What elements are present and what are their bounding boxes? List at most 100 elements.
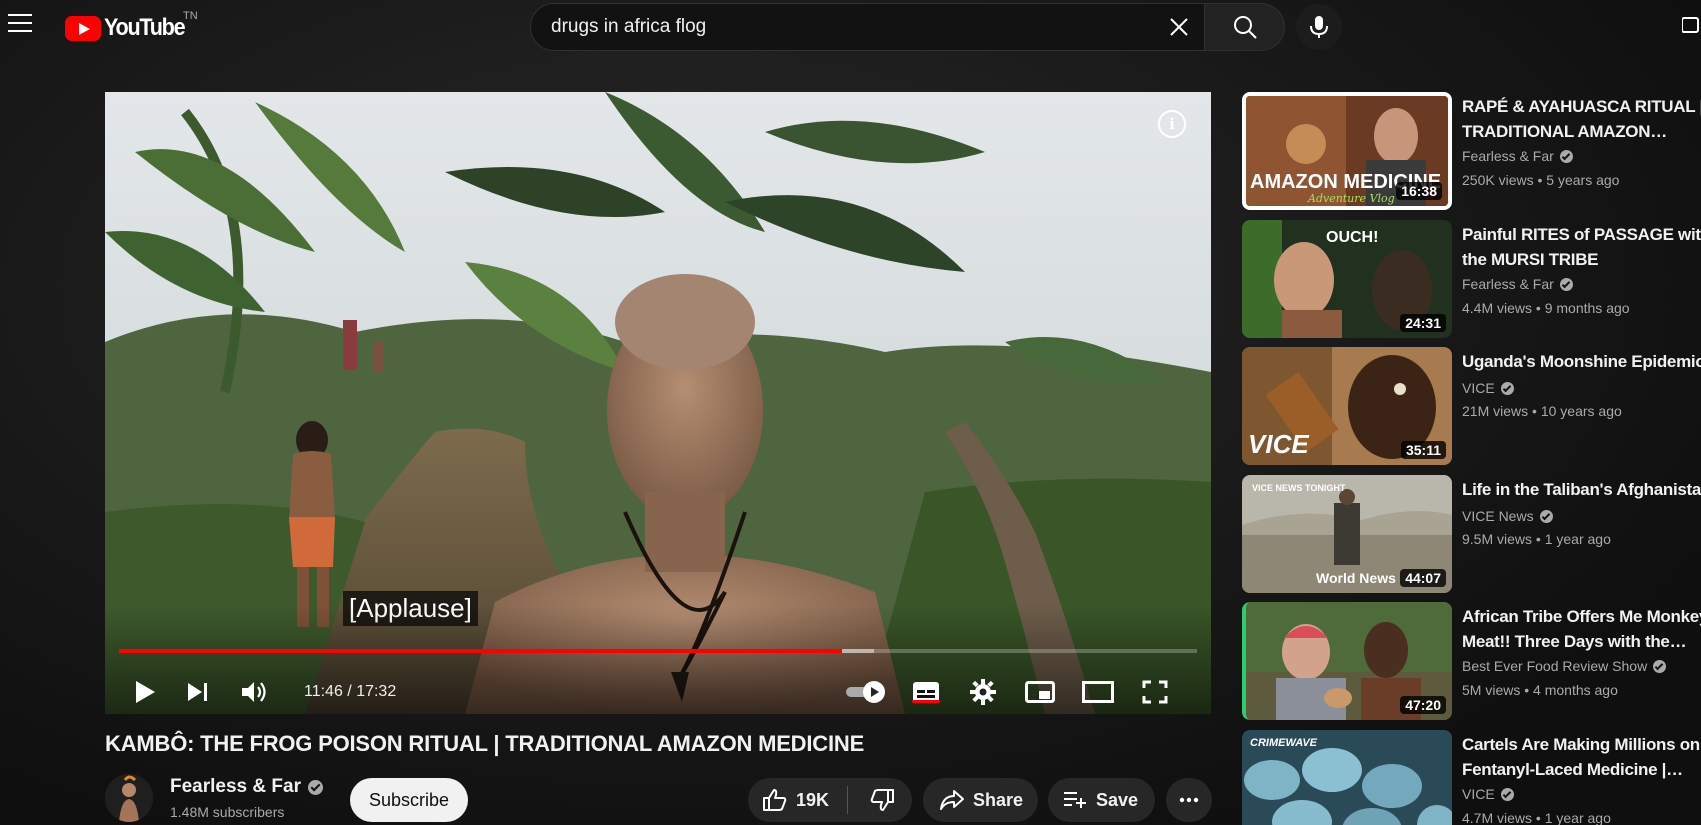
recommendation-thumbnail[interactable]: AMAZON MEDICINE Adventure Vlog 16:38 xyxy=(1242,92,1452,210)
fullscreen-icon xyxy=(1142,680,1168,704)
autoplay-toggle-icon xyxy=(846,681,885,703)
recommendation-title[interactable]: Uganda's Moonshine Epidemic xyxy=(1462,349,1701,374)
recommendation-thumbnail[interactable]: 47:20 xyxy=(1242,602,1452,720)
search-icon xyxy=(1233,16,1257,39)
recommendation-channel[interactable]: VICE News xyxy=(1462,508,1553,524)
view-count: 4.4M views xyxy=(1462,300,1533,316)
recommendation-channel[interactable]: VICE xyxy=(1462,380,1514,396)
verified-icon xyxy=(307,779,323,795)
menu-icon[interactable] xyxy=(8,14,32,34)
logo-text: YouTube xyxy=(104,14,186,41)
subscribe-button[interactable]: Subscribe xyxy=(350,778,468,822)
video-title: KAMBÔ: THE FROG POISON RITUAL | TRADITIO… xyxy=(105,731,865,756)
voice-search-button[interactable] xyxy=(1296,4,1342,50)
verified-icon xyxy=(1559,149,1573,163)
progress-bar[interactable] xyxy=(119,649,1197,653)
recommendation-channel[interactable]: Fearless & Far xyxy=(1462,148,1573,164)
verified-icon xyxy=(1500,381,1514,395)
video-duration: 24:31 xyxy=(1400,314,1446,332)
autoplay-toggle[interactable] xyxy=(843,672,889,712)
volume-icon xyxy=(242,682,266,702)
info-icon[interactable]: i xyxy=(1158,110,1186,138)
channel-name-text: VICE xyxy=(1462,786,1495,802)
settings-icon xyxy=(970,679,996,705)
view-count: 9.5M views xyxy=(1462,531,1533,547)
recommendation-item[interactable]: AMAZON MEDICINE Adventure Vlog 16:38 RAP… xyxy=(1242,92,1701,210)
save-icon xyxy=(1064,792,1086,808)
recommendation-meta: 250K views • 5 years ago xyxy=(1462,172,1620,188)
recommendation-title[interactable]: Painful RITES of PASSAGE with the MURSI … xyxy=(1462,222,1701,272)
recommendation-title[interactable]: African Tribe Offers Me Monkey Meat!! Th… xyxy=(1462,604,1701,654)
channel-name[interactable]: Fearless & Far xyxy=(170,776,323,798)
more-icon xyxy=(1179,797,1199,803)
recommendation-thumbnail[interactable]: VICE 35:11 xyxy=(1242,347,1452,465)
next-icon xyxy=(188,683,207,701)
recommendation-channel[interactable]: Fearless & Far xyxy=(1462,276,1573,292)
recommendation-item[interactable]: VICE 35:11 Uganda's Moonshine Epidemic V… xyxy=(1242,347,1701,465)
recommendation-meta: 4.4M views • 9 months ago xyxy=(1462,300,1630,316)
save-label: Save xyxy=(1096,789,1139,810)
upload-age: 4 months ago xyxy=(1533,682,1618,698)
recommendation-thumbnail[interactable]: OUCH! 24:31 xyxy=(1242,220,1452,338)
recommendation-channel[interactable]: VICE xyxy=(1462,786,1514,802)
recommendation-item[interactable]: 47:20 African Tribe Offers Me Monkey Mea… xyxy=(1242,602,1701,720)
svg-text:CRIMEWAVE: CRIMEWAVE xyxy=(1250,737,1318,749)
upload-age: 9 months ago xyxy=(1544,300,1630,316)
recommendation-thumbnail[interactable]: VICE NEWS TONIGHT World News 44:07 xyxy=(1242,475,1452,593)
recommendation-item[interactable]: CRIMEWAVE Cartels Are Making Millions on… xyxy=(1242,730,1701,825)
svg-text:OUCH!: OUCH! xyxy=(1326,229,1378,246)
view-count: 250K views xyxy=(1462,172,1534,188)
recommendation-meta: 9.5M views • 1 year ago xyxy=(1462,531,1611,547)
save-button[interactable]: Save xyxy=(1048,778,1155,822)
channel-name-text: VICE News xyxy=(1462,508,1534,524)
recommendation-title[interactable]: RAPÉ & AYAHUASCA RITUAL | TRADITIONAL AM… xyxy=(1462,94,1701,144)
recommendation-item[interactable]: OUCH! 24:31 Painful RITES of PASSAGE wit… xyxy=(1242,220,1701,338)
share-button[interactable]: Share xyxy=(923,778,1038,822)
next-button[interactable] xyxy=(178,672,218,712)
video-duration: 47:20 xyxy=(1400,696,1446,714)
volume-button[interactable] xyxy=(232,672,276,712)
upload-age: 10 years ago xyxy=(1540,403,1622,419)
video-duration: 16:38 xyxy=(1396,182,1442,200)
thumbnail-image: CRIMEWAVE xyxy=(1242,730,1452,825)
region-code: TN xyxy=(183,10,198,22)
recommendation-thumbnail[interactable]: CRIMEWAVE xyxy=(1242,730,1452,825)
video-player[interactable]: i [Applause] 11:46 / 17:32 xyxy=(105,92,1211,714)
theater-mode-button[interactable] xyxy=(1075,672,1121,712)
svg-text:VICE NEWS TONIGHT: VICE NEWS TONIGHT xyxy=(1252,483,1346,493)
recommendation-channel[interactable]: Best Ever Food Review Show xyxy=(1462,658,1667,674)
settings-button[interactable] xyxy=(962,672,1004,712)
fullscreen-button[interactable] xyxy=(1133,672,1177,712)
subtitles-active-indicator xyxy=(912,700,940,703)
share-icon xyxy=(940,790,964,810)
dislike-button[interactable] xyxy=(852,778,912,822)
dislike-icon xyxy=(870,789,894,811)
play-button[interactable] xyxy=(125,672,165,712)
verified-icon xyxy=(1653,659,1667,673)
upload-age: 1 year ago xyxy=(1544,810,1611,825)
search-button[interactable] xyxy=(1205,3,1285,51)
svg-text:World News: World News xyxy=(1316,570,1396,586)
miniplayer-button[interactable] xyxy=(1017,672,1063,712)
video-duration: 44:07 xyxy=(1400,569,1446,587)
theater-icon xyxy=(1082,681,1114,703)
clear-icon[interactable] xyxy=(1168,16,1190,38)
time-display: 11:46 / 17:32 xyxy=(304,683,397,700)
create-icon[interactable] xyxy=(1682,16,1701,36)
channel-avatar[interactable] xyxy=(105,774,153,822)
miniplayer-icon xyxy=(1025,681,1055,703)
channel-name-text: VICE xyxy=(1462,380,1495,396)
youtube-logo[interactable]: YouTube TN xyxy=(65,10,198,42)
subtitles-button[interactable] xyxy=(905,672,947,712)
verified-icon xyxy=(1500,787,1514,801)
search-input[interactable] xyxy=(551,16,1151,38)
recommendation-title[interactable]: Life in the Taliban's Afghanistan xyxy=(1462,477,1701,502)
channel-name-text: Fearless & Far xyxy=(1462,148,1554,164)
recommendation-item[interactable]: VICE NEWS TONIGHT World News 44:07 Life … xyxy=(1242,475,1701,593)
channel-name-text: Fearless & Far xyxy=(1462,276,1554,292)
verified-icon xyxy=(1559,277,1573,291)
more-actions-button[interactable] xyxy=(1166,778,1212,822)
view-count: 5M views xyxy=(1462,682,1521,698)
upload-age: 5 years ago xyxy=(1546,172,1620,188)
recommendation-title[interactable]: Cartels Are Making Millions on Fentanyl-… xyxy=(1462,732,1701,782)
